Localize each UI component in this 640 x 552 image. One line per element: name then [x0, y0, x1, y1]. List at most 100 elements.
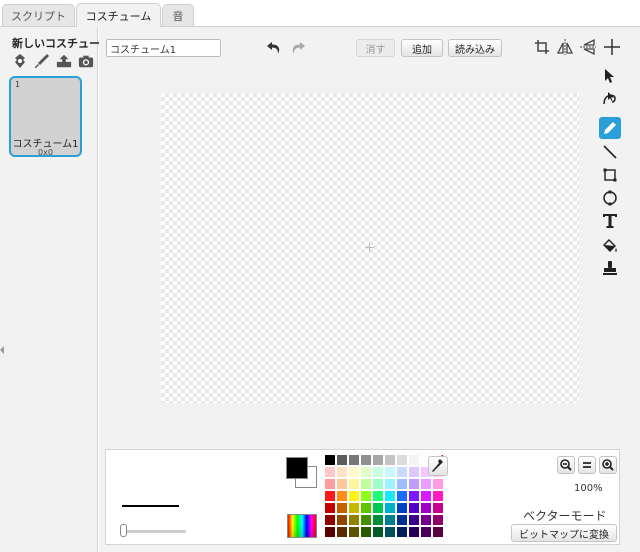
color-swatch[interactable] — [385, 467, 395, 477]
flip-horizontal-button[interactable] — [555, 37, 575, 57]
drawing-canvas[interactable] — [161, 93, 579, 403]
zoom-reset-button[interactable] — [578, 456, 596, 474]
color-swatch[interactable] — [337, 527, 347, 537]
color-swatch[interactable] — [349, 527, 359, 537]
color-swatch[interactable] — [373, 503, 383, 513]
color-swatch[interactable] — [409, 503, 419, 513]
color-swatch[interactable] — [397, 515, 407, 525]
color-swatch[interactable] — [385, 491, 395, 501]
color-swatch[interactable] — [385, 503, 395, 513]
color-swatch[interactable] — [385, 527, 395, 537]
color-swatch[interactable] — [373, 491, 383, 501]
color-swatch[interactable] — [349, 479, 359, 489]
color-swatch[interactable] — [433, 491, 443, 501]
color-swatch[interactable] — [349, 455, 359, 465]
brush-size-slider-handle[interactable] — [120, 524, 127, 537]
color-swatch[interactable] — [361, 491, 371, 501]
color-swatch[interactable] — [409, 479, 419, 489]
color-swatch[interactable] — [373, 527, 383, 537]
zoom-out-button[interactable] — [557, 456, 575, 474]
select-tool[interactable] — [599, 65, 621, 87]
color-swatch[interactable] — [385, 455, 395, 465]
color-swatch[interactable] — [421, 503, 431, 513]
redo-button[interactable] — [288, 39, 306, 57]
color-swatch[interactable] — [433, 503, 443, 513]
color-spectrum-picker[interactable] — [287, 514, 317, 538]
pencil-tool[interactable] — [599, 117, 621, 139]
upload-icon[interactable] — [56, 53, 72, 69]
eyedropper-button[interactable] — [428, 456, 448, 476]
color-swatch[interactable] — [349, 467, 359, 477]
color-swatch[interactable] — [397, 527, 407, 537]
color-swatch[interactable] — [337, 491, 347, 501]
stamp-tool[interactable] — [599, 257, 621, 279]
paintbrush-icon[interactable] — [34, 53, 50, 69]
costume-name-input[interactable] — [106, 39, 221, 57]
color-swatch[interactable] — [337, 467, 347, 477]
color-swatch[interactable] — [409, 455, 419, 465]
color-swatch[interactable] — [373, 455, 383, 465]
reshape-tool[interactable] — [599, 87, 621, 109]
color-swatch[interactable] — [361, 527, 371, 537]
add-button[interactable]: 追加 — [401, 39, 443, 57]
color-swatch[interactable] — [409, 527, 419, 537]
tab-scripts[interactable]: スクリプト — [2, 4, 75, 27]
brush-size-slider[interactable] — [120, 530, 186, 533]
color-swatch[interactable] — [421, 515, 431, 525]
color-swatch[interactable] — [373, 479, 383, 489]
color-swatch[interactable] — [349, 515, 359, 525]
color-swatch[interactable] — [325, 527, 335, 537]
color-swatch[interactable] — [409, 515, 419, 525]
color-swatch[interactable] — [325, 467, 335, 477]
text-tool[interactable] — [599, 210, 621, 232]
color-swatch[interactable] — [337, 503, 347, 513]
camera-icon[interactable] — [78, 53, 94, 69]
zoom-in-button[interactable] — [599, 456, 617, 474]
color-swatch[interactable] — [337, 515, 347, 525]
color-swatch[interactable] — [337, 455, 347, 465]
costume-thumbnail[interactable]: 1 コスチューム1 0x0 — [9, 76, 82, 157]
color-swatch[interactable] — [421, 479, 431, 489]
tab-sounds[interactable]: 音 — [162, 4, 194, 27]
color-swatch[interactable] — [349, 503, 359, 513]
color-swatch[interactable] — [433, 515, 443, 525]
tab-costumes[interactable]: コスチューム — [76, 3, 161, 27]
ellipse-tool[interactable] — [599, 187, 621, 209]
color-swatch[interactable] — [397, 503, 407, 513]
color-swatch[interactable] — [361, 515, 371, 525]
color-swatch[interactable] — [349, 491, 359, 501]
color-swatch[interactable] — [373, 515, 383, 525]
color-swatch[interactable] — [325, 455, 335, 465]
color-swatch[interactable] — [397, 455, 407, 465]
color-swatch[interactable] — [421, 491, 431, 501]
color-swatch[interactable] — [373, 467, 383, 477]
crop-button[interactable] — [532, 37, 552, 57]
collapse-arrow-icon[interactable] — [0, 346, 4, 354]
undo-button[interactable] — [266, 39, 284, 57]
color-swatch[interactable] — [397, 479, 407, 489]
clear-button[interactable]: 消す — [356, 39, 395, 57]
convert-to-bitmap-button[interactable]: ビットマップに変換 — [511, 524, 617, 542]
color-swatch[interactable] — [337, 479, 347, 489]
character-icon[interactable] — [12, 53, 28, 69]
color-swatch[interactable] — [361, 467, 371, 477]
import-button[interactable]: 読み込み — [448, 39, 502, 57]
fill-tool[interactable] — [599, 235, 621, 257]
line-tool[interactable] — [599, 141, 621, 163]
color-swatch[interactable] — [433, 527, 443, 537]
flip-vertical-button[interactable] — [578, 37, 598, 57]
rectangle-tool[interactable] — [599, 164, 621, 186]
color-swatch[interactable] — [433, 479, 443, 489]
color-swatch[interactable] — [325, 503, 335, 513]
color-swatch[interactable] — [421, 527, 431, 537]
color-swatch[interactable] — [361, 503, 371, 513]
set-center-button[interactable] — [602, 37, 622, 57]
color-swatch[interactable] — [325, 491, 335, 501]
color-swatch[interactable] — [385, 515, 395, 525]
primary-color-swatch[interactable] — [286, 457, 308, 479]
color-swatch[interactable] — [397, 467, 407, 477]
color-swatch[interactable] — [361, 479, 371, 489]
color-swatch[interactable] — [325, 479, 335, 489]
color-swatch[interactable] — [325, 515, 335, 525]
color-swatch[interactable] — [397, 491, 407, 501]
